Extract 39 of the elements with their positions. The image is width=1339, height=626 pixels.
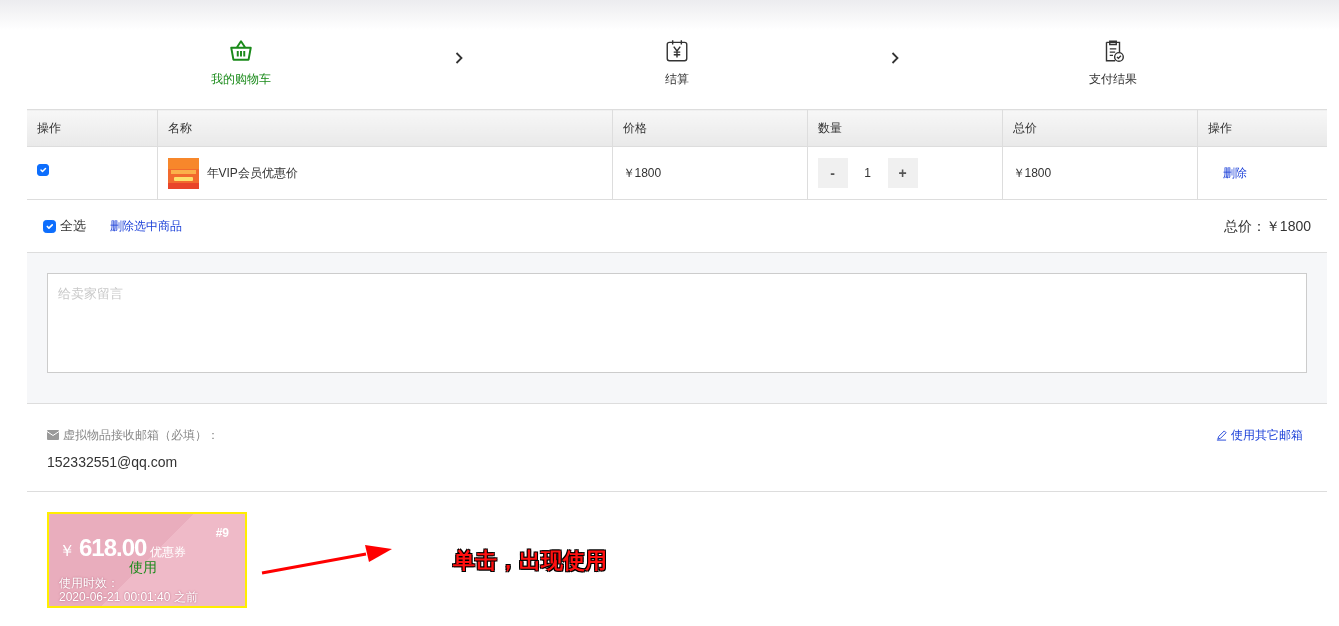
email-label: 虚拟物品接收邮箱（必填）： xyxy=(63,427,219,444)
annotation-text: 单击，出现使用 xyxy=(453,546,607,575)
envelope-icon xyxy=(47,430,59,440)
coupon-type: 优惠券 xyxy=(150,544,187,561)
total-value: ￥1800 xyxy=(1265,216,1311,236)
email-value: 152332551@qq.com xyxy=(47,453,179,472)
coupon-amount: 618.00 xyxy=(79,533,147,561)
column-header: 价格 xyxy=(612,109,807,147)
total-cell: ￥1800 xyxy=(1002,146,1197,200)
column-header: 数量 xyxy=(807,109,1002,147)
yuan-calendar-icon xyxy=(664,38,690,64)
validity-label: 使用时效： xyxy=(59,576,120,591)
pencil-icon xyxy=(1216,429,1227,441)
select-all-checkbox[interactable] xyxy=(43,219,56,233)
validity-date: 2020-06-21 00:01:40 之前 xyxy=(59,590,199,605)
coupon-use-label: 使用 xyxy=(129,560,158,574)
currency-symbol: ￥ xyxy=(59,541,75,561)
chevron-right-icon xyxy=(455,52,463,64)
delete-link[interactable]: 删除 xyxy=(1222,166,1247,180)
coupon-number: #9 xyxy=(215,525,229,542)
column-header: 操作 xyxy=(27,109,157,147)
basket-icon xyxy=(228,38,254,64)
step-label: 结算 xyxy=(665,71,689,88)
use-other-email-link[interactable]: 使用其它邮箱 xyxy=(1216,426,1303,444)
select-all-label: 全选 xyxy=(60,217,86,236)
step-label: 支付结果 xyxy=(1089,71,1137,88)
minus-button[interactable]: - xyxy=(817,158,848,188)
column-header: 总价 xyxy=(1002,109,1197,147)
quantity-value: 1 xyxy=(863,165,872,182)
delete-selected-link[interactable]: 删除选中商品 xyxy=(110,217,182,235)
column-header: 名称 xyxy=(157,109,612,147)
plus-button[interactable]: + xyxy=(887,158,918,188)
product-name: 年VIP会员优惠价 xyxy=(206,165,298,182)
column-header: 操作 xyxy=(1197,109,1327,147)
price-cell: ￥1800 xyxy=(612,146,807,200)
row-checkbox[interactable] xyxy=(37,164,49,176)
total-label: 总价： xyxy=(1223,216,1266,236)
chevron-right-icon xyxy=(891,52,899,64)
step-label: 我的购物车 xyxy=(211,71,271,88)
